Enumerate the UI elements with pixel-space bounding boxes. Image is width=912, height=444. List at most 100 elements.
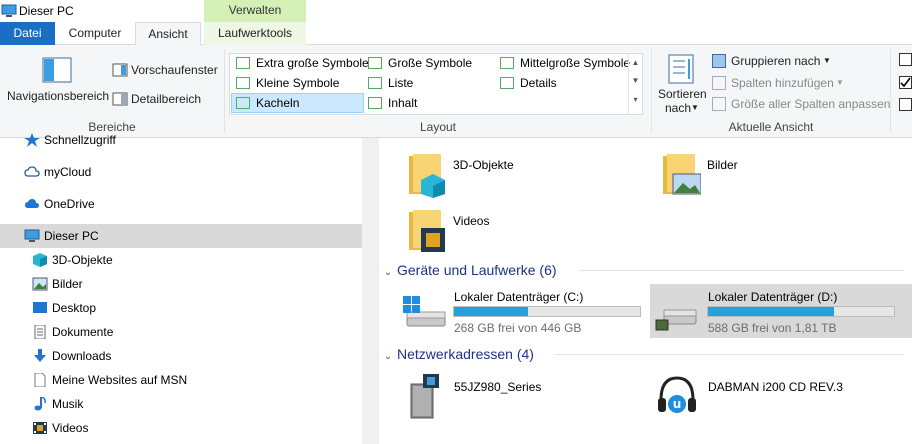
nav-item-3d-objects[interactable]: 3D-Objekte xyxy=(0,248,362,272)
large-icons-icon xyxy=(368,57,382,69)
scroll-up-icon[interactable]: ▲ xyxy=(629,54,642,72)
layout-tiles[interactable]: Kacheln xyxy=(231,93,364,113)
folder-name: Videos xyxy=(453,214,490,228)
section-devices-header[interactable]: ⌄ Geräte und Laufwerke (6) xyxy=(379,260,912,280)
add-columns-icon xyxy=(712,76,726,90)
layout-small-label: Kleine Symbole xyxy=(256,76,340,90)
preview-pane-button[interactable]: Vorschaufenster xyxy=(112,61,220,79)
nav-label: Meine Websites auf MSN xyxy=(52,373,188,387)
layout-list[interactable]: Liste xyxy=(364,74,494,94)
layout-content[interactable]: Inhalt xyxy=(364,94,494,114)
layout-medium-label: Mittelgroße Symbole xyxy=(520,56,631,70)
small-icons-icon xyxy=(236,77,250,89)
fit-columns-label: Größe aller Spalten anpassen xyxy=(731,97,891,111)
drive-name: Lokaler Datenträger (D:) xyxy=(708,290,838,304)
folder-pictures-icon xyxy=(663,154,701,195)
sort-by-button[interactable]: Sortieren nach ▼ xyxy=(655,51,707,115)
group-by-label: Gruppieren nach xyxy=(731,54,821,68)
folder-3d-icon xyxy=(409,154,445,198)
ribbon-separator xyxy=(890,49,891,133)
nav-item-videos[interactable]: Videos xyxy=(0,416,362,440)
folder-videos-icon xyxy=(409,210,445,252)
sort-icon xyxy=(668,54,694,84)
section-devices-title: Geräte und Laufwerke (6) xyxy=(397,262,557,278)
nav-label: 3D-Objekte xyxy=(52,253,113,267)
nav-pane-label: Navigationsbereich xyxy=(7,89,110,103)
nav-label: Dieser PC xyxy=(44,229,99,243)
group-by-icon xyxy=(712,54,726,68)
drive-usage-bar xyxy=(453,306,641,317)
gallery-expand-icon[interactable]: ▾ xyxy=(629,90,642,110)
ribbon-checkbox-1[interactable] xyxy=(899,53,912,66)
network-tile-media-server[interactable]: 55JZ980_Series xyxy=(397,368,647,422)
cloud-outline-icon xyxy=(24,166,40,177)
tiles-icon xyxy=(236,97,250,109)
nav-item-downloads[interactable]: Downloads xyxy=(0,344,362,368)
section-network-header[interactable]: ⌄ Netzwerkadressen (4) xyxy=(379,344,912,364)
nav-label: Musik xyxy=(52,397,84,411)
sort-label: Sortieren xyxy=(658,87,707,101)
ribbon-checkbox-2[interactable] xyxy=(899,76,912,89)
file-icon xyxy=(34,373,46,387)
headphones-icon: u xyxy=(658,376,696,413)
pc-icon xyxy=(24,229,40,242)
nav-item-desktop[interactable]: Desktop xyxy=(0,296,362,320)
group-label-current-view: Aktuelle Ansicht xyxy=(728,120,814,134)
folder-tile-videos[interactable]: Videos xyxy=(401,204,641,258)
add-columns-button[interactable]: Spalten hinzufügen ▼ xyxy=(712,74,892,92)
tab-computer[interactable]: Computer xyxy=(55,22,135,45)
gallery-scroll[interactable]: ▲ ▼ ▾ xyxy=(628,54,642,114)
content-pane: 3D-Objekte Bilder Videos ⌄ Geräte und Lau… xyxy=(379,138,912,444)
layout-large-icons[interactable]: Große Symbole xyxy=(364,54,494,74)
nav-item-music[interactable]: Musik xyxy=(0,392,362,416)
nav-label: Videos xyxy=(52,421,89,435)
drive-tile-d[interactable]: Lokaler Datenträger (D:) 588 GB frei von… xyxy=(650,284,912,338)
preview-pane-label: Vorschaufenster xyxy=(131,63,218,77)
layout-xl-icons[interactable]: Extra große Symbole xyxy=(232,54,369,74)
layout-medium-icons[interactable]: Mittelgroße Symbole xyxy=(496,54,630,74)
nav-item-pictures[interactable]: Bilder xyxy=(0,272,362,296)
nav-item-mycloud[interactable]: myCloud xyxy=(0,160,362,184)
fit-columns-button[interactable]: Größe aller Spalten anpassen xyxy=(712,95,892,113)
network-device-name: DABMAN i200 CD REV.3 xyxy=(708,380,843,394)
onedrive-cloud-icon xyxy=(25,199,39,208)
drive-tile-c[interactable]: Lokaler Datenträger (C:) 268 GB frei von… xyxy=(397,284,647,338)
section-network-title: Netzwerkadressen (4) xyxy=(397,346,534,362)
nav-pane-button[interactable]: Navigationsbereich xyxy=(4,51,110,109)
ribbon: Navigationsbereich Vorschaufenster Detai… xyxy=(0,45,912,138)
ribbon-checkbox-3[interactable] xyxy=(899,98,912,111)
nav-item-msn-websites[interactable]: Meine Websites auf MSN xyxy=(0,368,362,392)
nav-label: Desktop xyxy=(52,301,97,315)
music-note-icon xyxy=(34,397,46,411)
scroll-down-icon[interactable]: ▼ xyxy=(629,72,642,90)
sort-label-2: nach xyxy=(665,101,692,115)
section-divider xyxy=(554,354,904,355)
tab-file[interactable]: Datei xyxy=(0,22,55,45)
nav-item-this-pc[interactable]: Dieser PC xyxy=(0,224,362,248)
group-by-button[interactable]: Gruppieren nach ▼ xyxy=(712,52,892,70)
details-pane-label: Detailbereich xyxy=(131,92,202,106)
drive-usage-fill xyxy=(454,307,529,316)
layout-large-label: Große Symbole xyxy=(388,56,473,70)
tab-drive-tools[interactable]: Laufwerktools xyxy=(204,22,306,45)
details-pane-button[interactable]: Detailbereich xyxy=(112,90,220,108)
chevron-down-icon: ⌄ xyxy=(383,267,393,278)
layout-details[interactable]: Details xyxy=(496,74,626,94)
nav-item-documents[interactable]: Dokumente xyxy=(0,320,362,344)
layout-small-icons[interactable]: Kleine Symbole xyxy=(232,74,362,94)
ribbon-separator xyxy=(224,49,225,133)
context-tab-header: Verwalten xyxy=(204,0,306,22)
checkmark-icon xyxy=(900,77,911,88)
nav-pane-scrollbar[interactable] xyxy=(362,138,379,444)
folder-tile-3d-objects[interactable]: 3D-Objekte xyxy=(401,148,641,202)
pc-icon xyxy=(1,4,17,17)
list-icon xyxy=(368,77,382,89)
nav-label: Dokumente xyxy=(52,325,114,339)
documents-icon xyxy=(34,325,46,339)
tab-view[interactable]: Ansicht xyxy=(135,22,201,46)
nav-item-onedrive[interactable]: OneDrive xyxy=(0,192,362,216)
folder-tile-pictures[interactable]: Bilder xyxy=(655,148,895,202)
network-tile-dabman[interactable]: u DABMAN i200 CD REV.3 xyxy=(650,368,912,422)
nav-item-quick-access[interactable]: Schnellzugriff xyxy=(0,128,362,152)
drive-free-space: 268 GB frei von 446 GB xyxy=(454,321,582,335)
